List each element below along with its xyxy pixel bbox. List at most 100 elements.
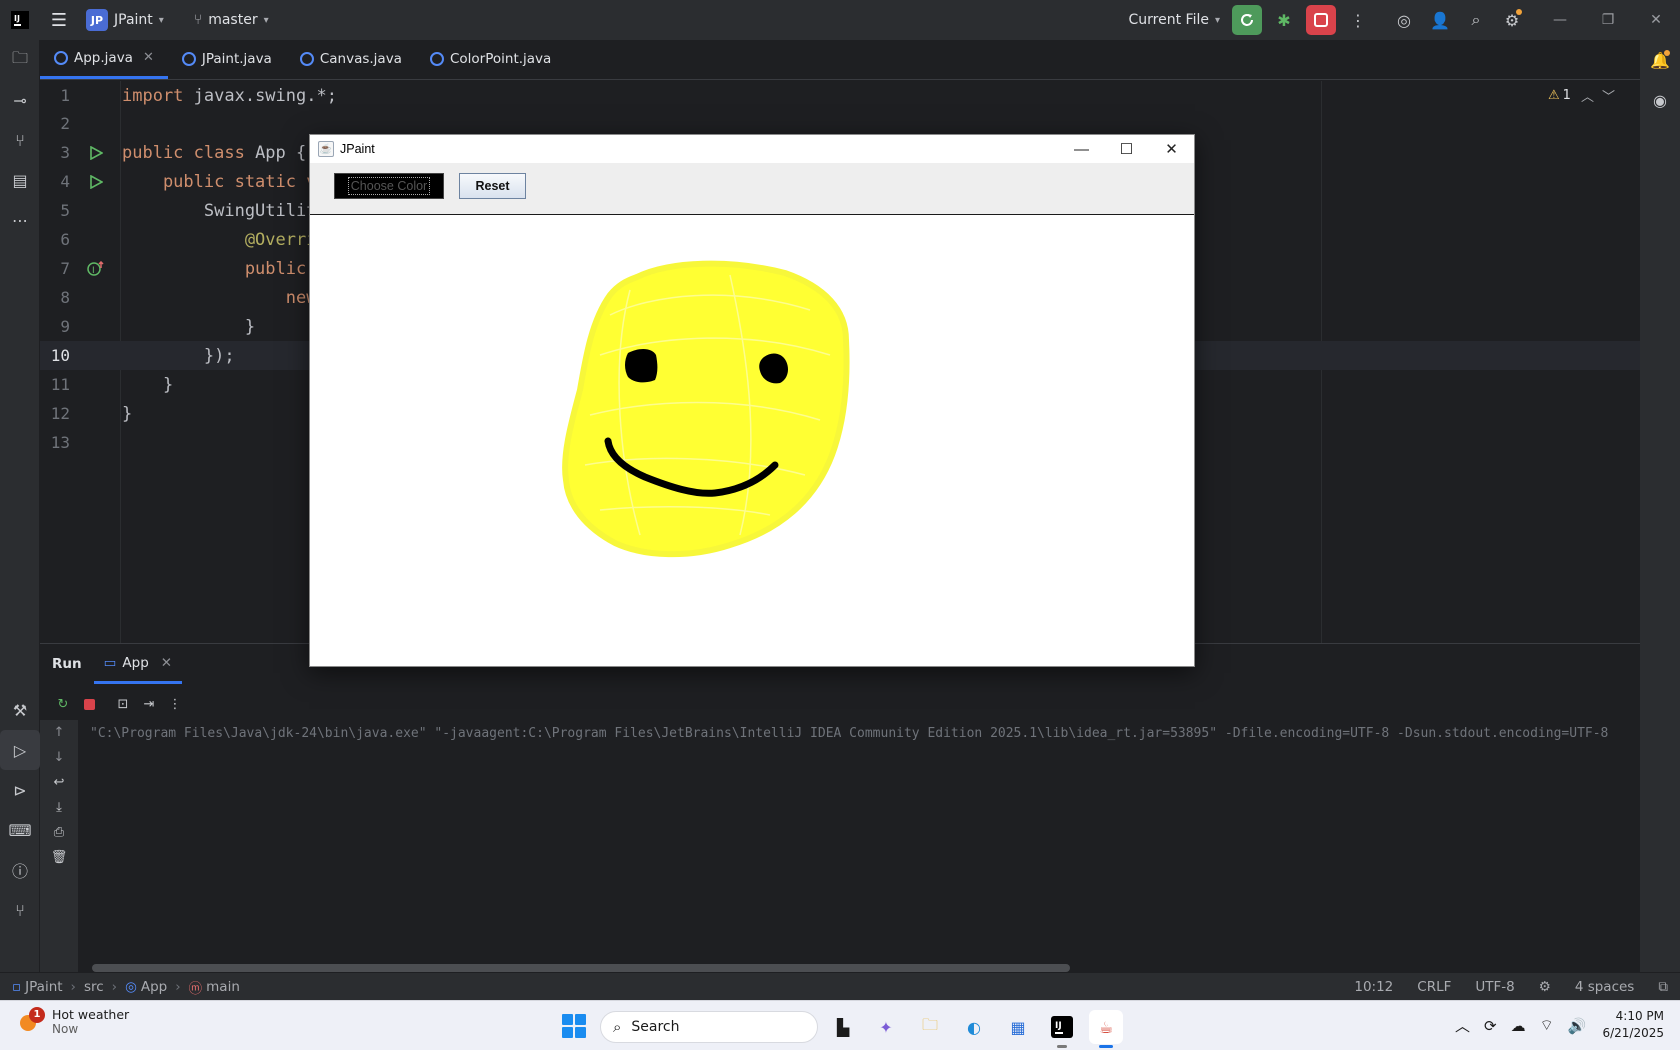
choose-color-button[interactable]: Choose Color xyxy=(334,173,444,199)
problems-icon[interactable]: ⓘ xyxy=(0,850,40,890)
run-gutter-icon[interactable] xyxy=(70,145,122,160)
copilot-icon[interactable]: ✦ xyxy=(869,1010,903,1044)
rerun-icon[interactable]: ↻ xyxy=(50,691,76,717)
close-tab-icon[interactable]: ✕ xyxy=(161,655,172,671)
structure-icon[interactable]: ▤ xyxy=(0,160,40,200)
java-class-icon xyxy=(299,52,314,66)
clock[interactable]: 4:10 PM 6/21/2025 xyxy=(1588,1008,1664,1042)
breadcrumb-item[interactable]: main xyxy=(206,979,240,995)
tab-canvas-java[interactable]: Canvas.java xyxy=(286,39,416,79)
method-icon: ⓜ xyxy=(188,980,203,997)
edge-browser-icon[interactable]: ◐ xyxy=(957,1010,991,1044)
ai-assistant-icon[interactable]: ◎ xyxy=(1386,4,1422,36)
line-number: 13 xyxy=(50,433,70,452)
more-tools-icon[interactable]: ⋯ xyxy=(0,200,40,240)
notifications-bell-icon[interactable]: 🔔 xyxy=(1640,40,1680,80)
close-icon[interactable]: ✕ xyxy=(1632,0,1680,40)
code-text: public static v xyxy=(122,171,317,192)
chevron-down-icon: ▾ xyxy=(1214,14,1220,26)
wifi-icon[interactable]: ⌔ xyxy=(1540,1016,1554,1035)
exit-icon[interactable]: ⇥ xyxy=(136,691,162,717)
project-widget[interactable]: JP JPaint ▾ xyxy=(78,4,172,36)
module-icon: ▫ xyxy=(12,978,22,995)
jpaint-window[interactable]: ☕ JPaint — ☐ ✕ Choose Color Reset xyxy=(309,134,1195,667)
tab-colorpoint-java[interactable]: ColorPoint.java xyxy=(416,39,565,79)
arrow-up-icon[interactable]: ↑ xyxy=(40,720,78,745)
drawing-canvas[interactable] xyxy=(310,215,1194,666)
weather-widget[interactable]: 1 Hot weather Now xyxy=(18,1006,129,1036)
close-tab-icon[interactable]: ✕ xyxy=(143,50,154,65)
scroll-to-end-icon[interactable]: ⤓ xyxy=(40,795,78,820)
sync-icon[interactable]: ⟳ xyxy=(1484,1017,1497,1035)
caret-position[interactable]: 10:12 xyxy=(1342,979,1405,995)
chevron-up-icon[interactable]: ︿ xyxy=(1455,1015,1470,1036)
terminal-icon[interactable]: ⌨ xyxy=(0,810,40,850)
implements-gutter-icon[interactable]: I xyxy=(70,260,122,277)
code-text: public xyxy=(122,258,317,279)
search-icon[interactable]: ⌕ xyxy=(1458,4,1494,36)
stop-button[interactable] xyxy=(1306,5,1336,35)
windows-start-icon[interactable] xyxy=(562,1014,586,1038)
svg-text:IJ: IJ xyxy=(14,14,20,23)
main-menu-icon[interactable]: ☰ xyxy=(40,4,78,36)
gear-icon[interactable]: ⚙ xyxy=(1494,4,1530,36)
intellij-taskbar-icon[interactable]: IJ xyxy=(1045,1010,1079,1048)
maximize-icon[interactable]: ☐ xyxy=(1104,135,1149,163)
store-icon[interactable]: ▦ xyxy=(1001,1010,1035,1044)
line-number: 9 xyxy=(60,317,70,336)
restore-icon[interactable]: ❐ xyxy=(1584,0,1632,40)
debug-bug-icon[interactable]: ✱ xyxy=(1266,4,1302,36)
java-class-icon xyxy=(429,52,444,66)
trash-icon[interactable]: 🗑 xyxy=(40,845,78,870)
jpaint-titlebar[interactable]: ☕ JPaint — ☐ ✕ xyxy=(310,135,1194,163)
horizontal-scrollbar[interactable] xyxy=(92,964,1070,972)
breadcrumb-item[interactable]: JPaint xyxy=(25,979,62,995)
file-explorer-icon[interactable]: 🗀 xyxy=(913,1010,947,1044)
tab-jpaint-java[interactable]: JPaint.java xyxy=(168,39,286,79)
cloud-offline-icon[interactable]: ☁ xyxy=(1511,1017,1526,1035)
services-icon[interactable]: ⊳ xyxy=(0,770,40,810)
task-view-icon[interactable]: ▙ xyxy=(826,1010,860,1044)
line-separator[interactable]: CRLF xyxy=(1405,979,1463,995)
print-icon[interactable]: ⎙ xyxy=(40,820,78,845)
intellij-logo-icon[interactable]: IJ xyxy=(0,4,40,36)
code-text: javax.swing.*; xyxy=(183,85,337,106)
git-icon[interactable]: ⑂ xyxy=(0,890,40,930)
minimize-icon[interactable]: — xyxy=(1536,0,1584,40)
reset-button[interactable]: Reset xyxy=(459,173,526,199)
code-with-me-icon[interactable]: 👤 xyxy=(1422,4,1458,36)
breadcrumb-item[interactable]: src xyxy=(84,979,104,995)
clock-date: 6/21/2025 xyxy=(1602,1026,1664,1040)
build-hammer-icon[interactable]: ⚒ xyxy=(0,690,40,730)
console-output[interactable]: "C:\Program Files\Java\jdk-24\bin\java.e… xyxy=(90,720,1640,940)
readonly-lock-icon[interactable]: ⧉ xyxy=(1646,979,1680,995)
stop-icon[interactable] xyxy=(76,691,102,717)
close-icon[interactable]: ✕ xyxy=(1149,135,1194,163)
java-app-taskbar-icon[interactable]: ☕ xyxy=(1089,1010,1123,1048)
volume-icon[interactable]: 🔊 xyxy=(1568,1017,1587,1035)
java-class-icon xyxy=(54,50,68,65)
project-folder-icon[interactable]: 🗀 xyxy=(0,40,40,80)
soft-wrap-icon[interactable]: ↩ xyxy=(40,770,78,795)
pull-requests-icon[interactable]: ⑂ xyxy=(0,120,40,160)
commit-icon[interactable]: ⊸ xyxy=(0,80,40,120)
vcs-branch-widget[interactable]: ⑂ master ▾ xyxy=(186,4,277,36)
run-gutter-icon[interactable] xyxy=(70,174,122,189)
file-encoding[interactable]: UTF-8 xyxy=(1463,979,1526,995)
run-tab-app[interactable]: ▭ App ✕ xyxy=(93,644,183,684)
more-actions-icon[interactable]: ⋮ xyxy=(162,691,188,717)
taskbar-search[interactable]: ⌕ Search xyxy=(600,1011,818,1043)
minimize-icon[interactable]: — xyxy=(1059,135,1104,163)
editorconfig-icon[interactable]: ⚙ xyxy=(1527,979,1563,995)
ai-chat-icon[interactable]: ◉ xyxy=(1640,80,1680,120)
tab-app-java[interactable]: App.java ✕ xyxy=(40,39,168,79)
breadcrumb-item[interactable]: App xyxy=(141,979,167,995)
rerun-button[interactable] xyxy=(1232,5,1262,35)
run-tool-icon[interactable]: ▷ xyxy=(0,730,40,770)
more-actions-icon[interactable]: ⋮ xyxy=(1340,4,1376,36)
arrow-down-icon[interactable]: ↓ xyxy=(40,745,78,770)
indent-setting[interactable]: 4 spaces xyxy=(1563,979,1647,995)
camera-icon[interactable]: ⊡ xyxy=(110,691,136,717)
code-line[interactable]: 1 import javax.swing.*; xyxy=(40,81,1640,110)
run-config-selector[interactable]: Current File ▾ xyxy=(1121,4,1229,36)
